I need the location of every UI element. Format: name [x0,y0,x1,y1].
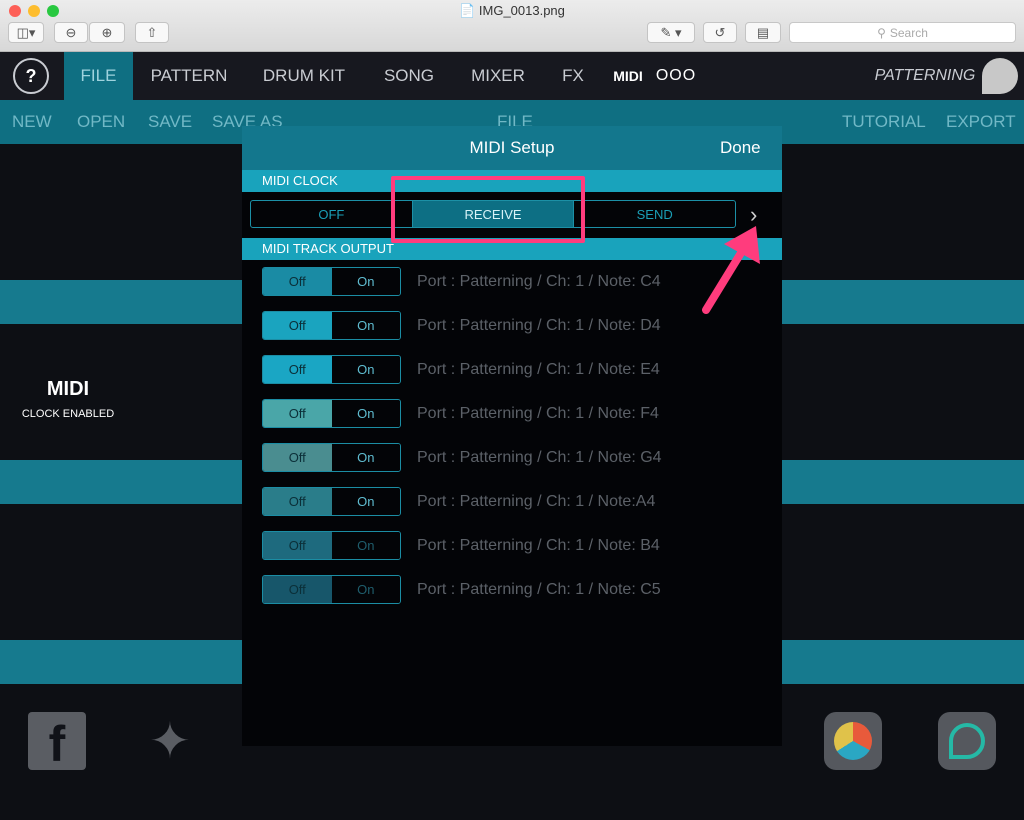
toggle-on[interactable]: On [331,576,400,603]
open-button[interactable]: OPEN [77,100,125,144]
clock-status-label: CLOCK ENABLED [21,408,115,420]
toggle-on[interactable]: On [331,268,400,295]
share-icon: ⇧ [146,24,158,40]
save-button[interactable]: SAVE [148,100,192,144]
track-toggle[interactable]: Off On [262,355,401,384]
track-toggle[interactable]: Off On [262,575,401,604]
toggle-off[interactable]: Off [263,532,332,559]
help-button[interactable]: ? [13,58,49,94]
track-port-label: Port : Patterning / Ch: 1 / Note: C4 [417,273,661,290]
window-titlebar: 📄 IMG_0013.png ◫▾ ⊖ ⊕ ⇧ ✎ ▾ ↺ ▤ ⚲ Search [0,0,1024,52]
toggle-on[interactable]: On [331,356,400,383]
toggle-off[interactable]: Off [263,356,332,383]
new-button[interactable]: NEW [12,100,52,144]
search-field[interactable]: ⚲ Search [789,22,1016,43]
tab-song[interactable]: SONG [372,52,446,100]
brand-logo-icon [982,58,1018,94]
help-icon: ? [25,66,37,86]
toggle-on[interactable]: On [331,312,400,339]
zoom-out-button[interactable]: ⊖ [54,22,88,43]
toggle-on[interactable]: On [331,488,400,515]
more-tab[interactable]: OOO [654,52,698,100]
share-button[interactable]: ⇧ [135,22,169,43]
window-filename: IMG_0013.png [478,3,565,18]
tab-pattern[interactable]: PATTERN [140,52,238,100]
track-toggle[interactable]: Off On [262,443,401,472]
toolbox-icon: ▤ [756,24,770,40]
top-nav: ? FILE PATTERN DRUM KIT SONG MIXER FX MI… [0,52,1024,100]
toggle-off[interactable]: Off [263,488,332,515]
window-title: 📄 IMG_0013.png [459,3,565,18]
zoom-out-icon: ⊖ [65,24,77,40]
toggle-off[interactable]: Off [263,268,332,295]
search-placeholder: Search [889,25,928,40]
track-port-label: Port : Patterning / Ch: 1 / Note: F4 [417,405,659,422]
sidebar-icon: ◫▾ [16,24,36,40]
pen-icon: ✎ ▾ [660,24,682,40]
zoom-in-icon: ⊕ [101,24,113,40]
track-port-label: Port : Patterning / Ch: 1 / Note:A4 [417,493,656,510]
rotate-button[interactable]: ↺ [703,22,737,43]
search-icon: ⚲ [877,25,886,40]
toggle-on[interactable]: On [331,532,400,559]
sidebar-toggle-button[interactable]: ◫▾ [8,22,44,43]
highlight-box [391,176,585,243]
toggle-off[interactable]: Off [263,312,332,339]
twitter-icon[interactable]: ✦ [141,712,199,770]
rotate-icon: ↺ [714,24,726,40]
track-toggle[interactable]: Off On [262,399,401,428]
toggle-off[interactable]: Off [263,400,332,427]
tab-drum-kit[interactable]: DRUM KIT [254,52,354,100]
toggle-on[interactable]: On [331,444,400,471]
toggle-off[interactable]: Off [263,444,332,471]
track-toggle[interactable]: Off On [262,311,401,340]
toggle-off[interactable]: Off [263,576,332,603]
tab-file[interactable]: FILE [64,52,133,100]
midi-logo: MIDI [46,378,90,400]
track-port-label: Port : Patterning / Ch: 1 / Note: C5 [417,581,661,598]
track-toggle[interactable]: Off On [262,531,401,560]
track-port-label: Port : Patterning / Ch: 1 / Note: D4 [417,317,661,334]
app-icon[interactable] [938,712,996,770]
track-port-label: Port : Patterning / Ch: 1 / Note: G4 [417,449,662,466]
toolbox-button[interactable]: ▤ [745,22,781,43]
export-button[interactable]: EXPORT [946,100,1016,144]
markup-button[interactable]: ✎ ▾ [647,22,695,43]
track-toggle[interactable]: Off On [262,487,401,516]
app-icon[interactable] [824,712,882,770]
arrow-annotation-icon [702,226,760,314]
app-content: ? FILE PATTERN DRUM KIT SONG MIXER FX MI… [0,52,1024,820]
track-port-label: Port : Patterning / Ch: 1 / Note: E4 [417,361,660,378]
track-port-label: Port : Patterning / Ch: 1 / Note: B4 [417,537,660,554]
zoom-in-button[interactable]: ⊕ [89,22,125,43]
tutorial-button[interactable]: TUTORIAL [842,100,926,144]
tab-mixer[interactable]: MIXER [462,52,534,100]
midi-logo-tab[interactable]: MIDI [610,52,646,100]
track-toggle[interactable]: Off On [262,267,401,296]
facebook-icon[interactable]: f [28,712,86,772]
brand-label: PATTERNING [874,67,976,84]
tab-fx[interactable]: FX [555,52,591,100]
toggle-on[interactable]: On [331,400,400,427]
